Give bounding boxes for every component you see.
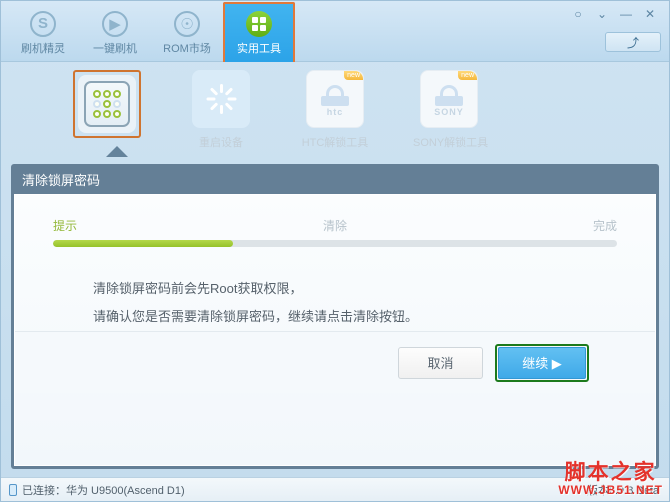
connection-label: 已连接：华为 U9500(Ascend D1) (22, 484, 185, 497)
brand-label: htc (326, 107, 344, 117)
step-label-tip: 提示 (53, 219, 78, 233)
sony-lock-icon: SONY new (420, 70, 478, 128)
progress-bar-fill (53, 240, 234, 247)
tab-label: 刷机精灵 (21, 42, 65, 55)
window-controls: ○ ⌄ — ✕ (567, 5, 661, 22)
tab-yijian-shuaji[interactable]: ▶ 一键刷机 (79, 4, 151, 62)
tab-rom-market[interactable]: ☉ ROM市场 (151, 4, 223, 62)
tab-label: ROM市场 (163, 42, 211, 55)
phone-icon (9, 483, 17, 496)
next-button-highlight: 继续 ▶ (495, 343, 589, 382)
tool-strip: 重启设备 htc new HTC解锁工具 SONY new SONY解锁工具 (1, 62, 669, 158)
tool-label: 重启设备 (199, 137, 243, 149)
htc-lock-icon: htc new (306, 70, 364, 128)
step-progress: 提示 清除 完成 (15, 195, 655, 247)
tool-clear-lockscreen[interactable] (71, 70, 143, 144)
close-icon[interactable]: ✕ (639, 5, 661, 22)
tool-label: SONY解锁工具 (413, 137, 489, 149)
panel-footer: 取消 继续 ▶ (15, 331, 655, 393)
rom-circle-icon: ☉ (174, 10, 200, 37)
feedback-icon[interactable]: ○ (567, 5, 589, 22)
step-label-clear: 清除 (322, 219, 347, 233)
tab-shuaji-jingling[interactable]: S 刷机精灵 (7, 4, 79, 62)
selection-pointer-icon (106, 146, 128, 157)
download-manager-button[interactable]: ⤴ (605, 32, 661, 52)
pattern-lock-icon (78, 75, 136, 133)
continue-button[interactable]: 继续 ▶ (498, 346, 586, 379)
message-line-2: 请确认您是否需要清除锁屏密码，继续请点击清除按钮。 (93, 309, 419, 324)
tool-label: HTC解锁工具 (301, 137, 369, 149)
tool-sony-unlock[interactable]: SONY new SONY解锁工具 (413, 70, 489, 150)
panel-title: 清除锁屏密码 (22, 173, 101, 188)
connection-status: 已连接：华为 U9500(Ascend D1) (9, 482, 185, 498)
tab-utility-tools[interactable]: 实用工具 (223, 2, 295, 62)
tool-reboot-device[interactable]: 重启设备 (185, 70, 257, 150)
titlebar: S 刷机精灵 ▶ 一键刷机 ☉ ROM市场 实用工具 ○ ⌄ — ✕ ⤴ (1, 1, 669, 62)
main-panel: 清除锁屏密码 提示 清除 完成 清除锁屏密码前会先Root获取权限， 请确认您是… (11, 164, 659, 469)
tab-label: 实用工具 (237, 42, 281, 55)
step-label-done: 完成 (592, 219, 617, 233)
tool-htc-unlock[interactable]: htc new HTC解锁工具 (299, 70, 371, 150)
cancel-button[interactable]: 取消 (398, 346, 483, 379)
status-bar: 已连接：华为 U9500(Ascend D1) 版本0.9.8 Beta (1, 477, 669, 501)
menu-icon[interactable]: ⌄ (591, 5, 613, 22)
new-badge: new (458, 71, 477, 80)
brand-label: SONY (434, 107, 464, 117)
app-window: S 刷机精灵 ▶ 一键刷机 ☉ ROM市场 实用工具 ○ ⌄ — ✕ ⤴ 重启设… (0, 0, 670, 502)
message-block: 清除锁屏密码前会先Root获取权限， 请确认您是否需要清除锁屏密码，继续请点击清… (15, 247, 655, 331)
progress-bar-track (53, 240, 617, 247)
s-circle-icon: S (30, 10, 56, 37)
play-circle-icon: ▶ (102, 10, 128, 37)
message-line-1: 清除锁屏密码前会先Root获取权限， (93, 281, 303, 296)
new-badge: new (344, 71, 363, 80)
minimize-icon[interactable]: — (615, 5, 637, 22)
grid-circle-icon (246, 10, 272, 37)
version-label: 版本0.9.8 Beta (586, 484, 659, 497)
spinner-icon (192, 70, 250, 128)
tab-label: 一键刷机 (93, 42, 137, 55)
panel-body: 提示 清除 完成 清除锁屏密码前会先Root获取权限， 请确认您是否需要清除锁屏… (14, 194, 656, 466)
